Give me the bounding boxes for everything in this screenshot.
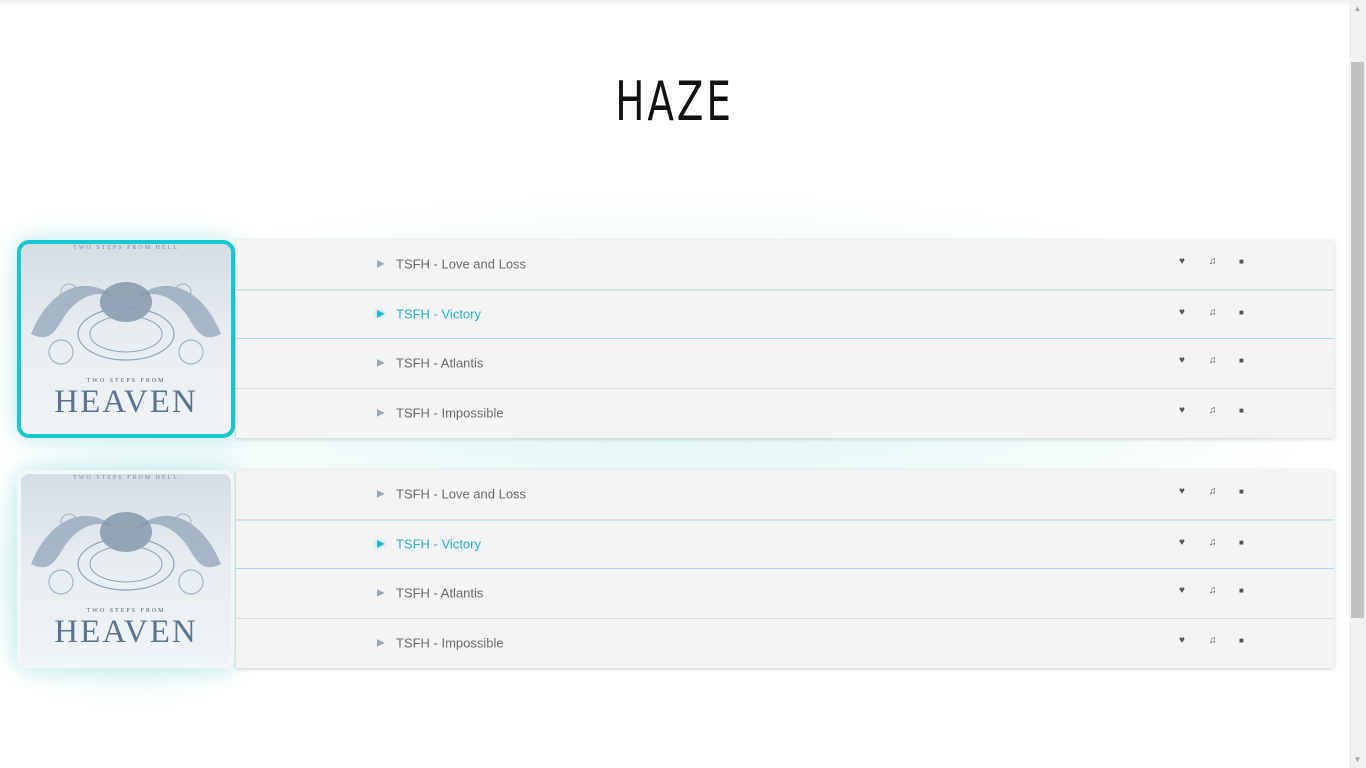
music-note-icon[interactable]: ♫ xyxy=(1209,536,1217,550)
play-icon[interactable]: ▶ xyxy=(377,588,385,599)
scroll-down-arrow-icon[interactable]: ▼ xyxy=(1349,751,1366,768)
track-list: ▶ TSFH - Love and Loss ♥ ♫ ■ ▶ TSFH - Vi… xyxy=(236,470,1334,668)
album-card: TWO STEPS FROM HELL TWO STEPS FROM HEAVE… xyxy=(17,470,1334,668)
music-note-icon[interactable]: ♫ xyxy=(1209,354,1217,368)
track-row-active[interactable]: ▶ TSFH - Victory ♥ ♫ ■ xyxy=(236,519,1334,569)
track-title[interactable]: TSFH - Victory xyxy=(396,537,481,552)
track-row[interactable]: ▶ TSFH - Impossible ♥ ♫ ■ xyxy=(236,388,1334,438)
track-title[interactable]: TSFH - Impossible xyxy=(396,406,504,421)
music-note-icon[interactable]: ♫ xyxy=(1209,485,1217,499)
cover-title: HEAVEN xyxy=(54,384,198,420)
music-note-icon[interactable]: ♫ xyxy=(1209,404,1217,418)
heart-icon[interactable]: ♥ xyxy=(1179,634,1185,648)
track-row-active[interactable]: ▶ TSFH - Victory ♥ ♫ ■ xyxy=(236,289,1334,339)
track-row[interactable]: ▶ TSFH - Love and Loss ♥ ♫ ■ xyxy=(236,240,1334,290)
stop-icon[interactable]: ■ xyxy=(1239,404,1244,418)
track-title[interactable]: TSFH - Love and Loss xyxy=(396,487,526,502)
heart-icon[interactable]: ♥ xyxy=(1179,354,1185,368)
scrollbar-thumb[interactable] xyxy=(1351,62,1364,618)
stop-icon[interactable]: ■ xyxy=(1239,634,1244,648)
heart-icon[interactable]: ♥ xyxy=(1179,536,1185,550)
play-icon[interactable]: ▶ xyxy=(377,489,385,500)
stop-icon[interactable]: ■ xyxy=(1239,536,1244,550)
heart-icon[interactable]: ♥ xyxy=(1179,255,1185,269)
track-row[interactable]: ▶ TSFH - Atlantis ♥ ♫ ■ xyxy=(236,569,1334,619)
track-row[interactable]: ▶ TSFH - Impossible ♥ ♫ ■ xyxy=(236,618,1334,668)
play-icon[interactable]: ▶ xyxy=(377,358,385,369)
track-list: ▶ TSFH - Love and Loss ♥ ♫ ■ ▶ TSFH - Vi… xyxy=(236,240,1334,438)
music-note-icon[interactable]: ♫ xyxy=(1209,634,1217,648)
scroll-up-arrow-icon[interactable]: ▲ xyxy=(1349,0,1366,17)
music-note-icon[interactable]: ♫ xyxy=(1209,584,1217,598)
track-row[interactable]: ▶ TSFH - Atlantis ♥ ♫ ■ xyxy=(236,339,1334,389)
heart-icon[interactable]: ♥ xyxy=(1179,485,1185,499)
stop-icon[interactable]: ■ xyxy=(1239,306,1244,320)
play-icon[interactable]: ▶ xyxy=(377,408,385,419)
album-cover[interactable]: TWO STEPS FROM HELL TWO STEPS FROM HEAVE… xyxy=(17,470,235,668)
stop-icon[interactable]: ■ xyxy=(1239,584,1244,598)
heart-icon[interactable]: ♥ xyxy=(1179,404,1185,418)
heart-icon[interactable]: ♥ xyxy=(1179,306,1185,320)
album-card: TWO STEPS FROM HELL TWO STEPS FROM HEAVE… xyxy=(17,240,1334,438)
album-cover[interactable]: TWO STEPS FROM HELL TWO STEPS FROM HEAVE… xyxy=(17,240,235,438)
track-row[interactable]: ▶ TSFH - Love and Loss ♥ ♫ ■ xyxy=(236,470,1334,520)
play-icon[interactable]: ▶ xyxy=(377,638,385,649)
track-title[interactable]: TSFH - Victory xyxy=(396,307,481,322)
music-note-icon[interactable]: ♫ xyxy=(1209,255,1217,269)
stop-icon[interactable]: ■ xyxy=(1239,255,1244,269)
music-note-icon[interactable]: ♫ xyxy=(1209,306,1217,320)
track-title[interactable]: TSFH - Impossible xyxy=(396,636,504,651)
track-title[interactable]: TSFH - Love and Loss xyxy=(396,257,526,272)
track-title[interactable]: TSFH - Atlantis xyxy=(396,356,483,371)
cover-title: HEAVEN xyxy=(54,614,198,650)
cover-top-text: TWO STEPS FROM HELL xyxy=(73,245,179,251)
stop-icon[interactable]: ■ xyxy=(1239,354,1244,368)
heart-icon[interactable]: ♥ xyxy=(1179,584,1185,598)
top-shadow xyxy=(0,0,1349,6)
vertical-scrollbar[interactable]: ▲ ▼ xyxy=(1349,0,1366,768)
play-icon[interactable]: ▶ xyxy=(377,259,385,270)
stop-icon[interactable]: ■ xyxy=(1239,485,1244,499)
play-icon[interactable]: ▶ xyxy=(377,309,385,320)
cover-top-text: TWO STEPS FROM HELL xyxy=(73,475,179,481)
page-title: HAZE xyxy=(615,70,734,133)
track-title[interactable]: TSFH - Atlantis xyxy=(396,586,483,601)
play-icon[interactable]: ▶ xyxy=(377,539,385,550)
